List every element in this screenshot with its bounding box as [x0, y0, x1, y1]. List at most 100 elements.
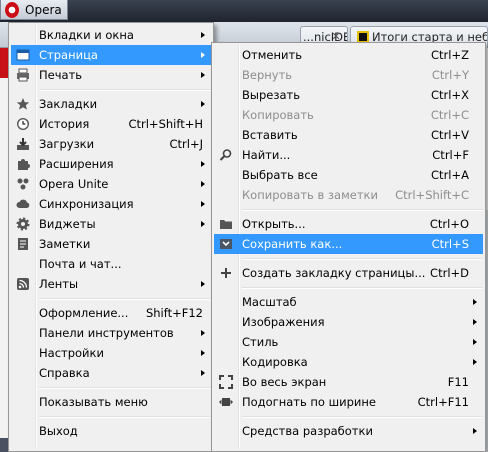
- menu-item-help[interactable]: Справка: [11, 363, 211, 383]
- menu-item-print[interactable]: Печать: [11, 65, 211, 85]
- rss-icon: [16, 277, 30, 291]
- menu-item-label: Создать закладку страницы...: [242, 266, 426, 280]
- menu-item-encoding[interactable]: Кодировка: [214, 352, 483, 372]
- submenu-arrow-icon: [201, 201, 205, 207]
- menu-item-toolbars[interactable]: Панели инструментов: [11, 323, 211, 343]
- menu-item-shortcut: Ctrl+F11: [417, 395, 469, 409]
- menu-item-label: Панели инструментов: [39, 326, 174, 340]
- menu-item-shortcut: Ctrl+J: [169, 137, 204, 151]
- menu-item-label: Стиль: [242, 335, 279, 349]
- menu-item-shortcut: Shift+F12: [145, 306, 203, 320]
- menu-item-label: История: [39, 117, 90, 131]
- fit-width-icon: [219, 395, 233, 409]
- menu-item-paste[interactable]: Вставить Ctrl+V: [214, 125, 483, 145]
- menu-item-show-menu[interactable]: Показывать меню: [11, 392, 211, 412]
- opera-main-menu: Вкладки и окна Страница Печать Закладки …: [8, 22, 214, 452]
- submenu-arrow-icon: [473, 359, 477, 365]
- menu-item-copy-to-notes[interactable]: Копировать в заметки Ctrl+Shift+C: [214, 185, 483, 205]
- submenu-arrow-icon: [201, 370, 205, 376]
- submenu-arrow-icon: [201, 350, 205, 356]
- folder-icon: [219, 217, 233, 231]
- menu-item-shortcut: Ctrl+A: [431, 168, 469, 182]
- menu-item-shortcut: F11: [447, 375, 469, 389]
- menu-item-fit-width[interactable]: Подогнать по ширине Ctrl+F11: [214, 392, 483, 412]
- menu-item-select-all[interactable]: Выбрать все Ctrl+A: [214, 165, 483, 185]
- menu-item-find[interactable]: Найти... Ctrl+F: [214, 145, 483, 165]
- menu-separator: [214, 205, 483, 214]
- menu-item-shortcut: Ctrl+C: [430, 108, 469, 122]
- menu-item-feeds[interactable]: Ленты: [11, 274, 211, 294]
- menu-item-label: Вернуть: [242, 68, 293, 82]
- menu-item-downloads[interactable]: Загрузки Ctrl+J: [11, 134, 211, 154]
- menu-item-developer-tools[interactable]: Средства разработки: [214, 421, 483, 441]
- menu-item-label: Закладки: [39, 97, 98, 111]
- menu-item-sync[interactable]: Синхронизация: [11, 194, 211, 214]
- menu-item-label: Средства разработки: [242, 424, 373, 438]
- menu-item-style[interactable]: Стиль: [214, 332, 483, 352]
- menu-item-notes[interactable]: Заметки: [11, 234, 211, 254]
- menu-item-settings[interactable]: Настройки: [11, 343, 211, 363]
- menu-item-shortcut: Ctrl+V: [431, 128, 469, 142]
- menu-item-label: Выбрать все: [242, 168, 318, 182]
- printer-icon: [16, 68, 30, 82]
- menu-item-save-as[interactable]: Сохранить как... Ctrl+S: [214, 234, 483, 254]
- menu-item-label: Во весь экран: [242, 375, 327, 389]
- menu-item-open[interactable]: Открыть... Ctrl+O: [214, 214, 483, 234]
- search-icon: [219, 148, 233, 162]
- menu-item-widgets[interactable]: Виджеты: [11, 214, 211, 234]
- menu-item-label: Подогнать по ширине: [242, 395, 376, 409]
- menu-item-exit[interactable]: Выход: [11, 421, 211, 441]
- submenu-arrow-icon: [473, 319, 477, 325]
- menu-item-label: Печать: [39, 68, 83, 82]
- menu-separator: [11, 85, 211, 94]
- page-submenu: Отменить Ctrl+Z Вернуть Ctrl+Y Вырезать …: [211, 42, 486, 452]
- menu-item-redo[interactable]: Вернуть Ctrl+Y: [214, 65, 483, 85]
- submenu-arrow-icon: [201, 330, 205, 336]
- menu-item-opera-unite[interactable]: Opera Unite: [11, 174, 211, 194]
- menu-item-shortcut: Ctrl+O: [429, 217, 469, 231]
- unite-icon: [16, 177, 30, 191]
- submenu-arrow-icon: [473, 428, 477, 434]
- menu-item-label: Ленты: [39, 277, 79, 291]
- menu-item-fullscreen[interactable]: Во весь экран F11: [214, 372, 483, 392]
- cloud-icon: [16, 197, 30, 211]
- submenu-arrow-icon: [201, 52, 205, 58]
- menu-separator: [11, 383, 211, 392]
- menu-item-label: Виджеты: [39, 217, 96, 231]
- menu-item-shortcut: Ctrl+Shift+C: [395, 188, 469, 202]
- menu-item-label: Вырезать: [242, 88, 300, 102]
- menu-item-label: Изображения: [242, 315, 325, 329]
- menu-item-cut[interactable]: Вырезать Ctrl+X: [214, 85, 483, 105]
- submenu-arrow-icon: [201, 32, 205, 38]
- menu-separator: [11, 294, 211, 303]
- menu-separator: [214, 254, 483, 263]
- menu-item-images[interactable]: Изображения: [214, 312, 483, 332]
- menu-item-label: Сохранить как...: [242, 237, 343, 251]
- submenu-arrow-icon: [201, 101, 205, 107]
- menu-item-label: Масштаб: [242, 295, 297, 309]
- menu-item-label: Копировать: [242, 108, 314, 122]
- menu-separator: [214, 283, 483, 292]
- menu-item-page[interactable]: Страница: [11, 45, 211, 65]
- menu-item-history[interactable]: История Ctrl+Shift+H: [11, 114, 211, 134]
- menu-item-label: Страница: [39, 48, 98, 62]
- menu-item-appearance[interactable]: Оформление... Shift+F12: [11, 303, 211, 323]
- menu-item-label: Выход: [39, 424, 78, 438]
- menu-item-label: Заметки: [39, 237, 91, 251]
- page-banner-fragment: [0, 48, 8, 78]
- menu-item-tabs-windows[interactable]: Вкладки и окна: [11, 25, 211, 45]
- menu-item-undo[interactable]: Отменить Ctrl+Z: [214, 45, 483, 65]
- menu-item-bookmarks[interactable]: Закладки: [11, 94, 211, 114]
- submenu-arrow-icon: [473, 299, 477, 305]
- save-icon: [219, 237, 233, 251]
- menu-item-label: Вставить: [242, 128, 298, 142]
- menu-item-label: Найти...: [242, 148, 291, 162]
- menu-item-zoom[interactable]: Масштаб: [214, 292, 483, 312]
- menu-item-bookmark-page[interactable]: Создать закладку страницы... Ctrl+D: [214, 263, 483, 283]
- gear-icon: [16, 217, 30, 231]
- menu-separator: [11, 412, 211, 421]
- menu-item-extensions[interactable]: Расширения: [11, 154, 211, 174]
- menu-item-mail-chat[interactable]: Почта и чат...: [11, 254, 211, 274]
- opera-menu-button[interactable]: Opera: [0, 0, 68, 20]
- menu-item-copy[interactable]: Копировать Ctrl+C: [214, 105, 483, 125]
